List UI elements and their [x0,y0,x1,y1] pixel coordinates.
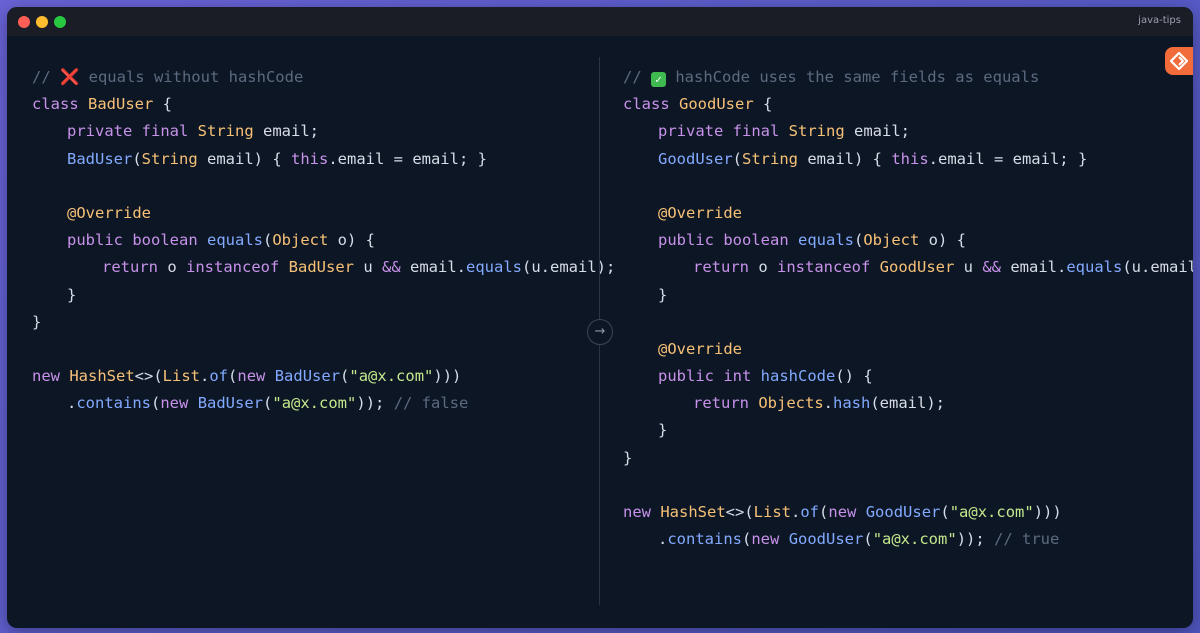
check-mark-icon: ✓ [651,72,666,87]
cross-mark-icon: ❌ [60,68,80,86]
code-line-close-class: } [623,448,633,467]
code-line-equals-signature: public boolean equals(Object o) { [658,231,967,250]
result-comment: // true [994,530,1060,549]
rhombus-logo-icon [1170,52,1188,70]
code-line-annotation: @Override [67,203,151,222]
code-line-close-class: } [32,312,42,331]
code-line-hashset: new HashSet<>(List.of(new BadUser("a@x.c… [32,367,462,386]
code-line-annotation: @Override [658,203,742,222]
code-line-contains: .contains(new GoodUser("a@x.com")); // t… [658,530,1060,549]
minimize-window-button[interactable] [36,16,48,28]
code-line-close-method: } [658,421,668,440]
code-line-annotation: @Override [658,339,742,358]
code-line-field: private final String email; [67,122,319,141]
good-example-code: // ✓ hashCode uses the same fields as eq… [623,64,1193,553]
code-line-hashcode-signature: public int hashCode() { [658,367,873,386]
arrow-right-icon: → [587,319,613,345]
code-line-close-method: } [67,285,77,304]
code-line-class: class BadUser { [32,95,173,114]
code-line-return: return Objects.hash(email); [693,394,945,413]
close-window-button[interactable] [18,16,30,28]
code-line-equals-signature: public boolean equals(Object o) { [67,231,376,250]
code-line-return: return o instanceof GoodUser u && email.… [693,258,1193,277]
code-line-hashset: new HashSet<>(List.of(new GoodUser("a@x.… [623,503,1062,521]
maximize-window-button[interactable] [54,16,66,28]
result-comment: // false [393,394,469,413]
code-line-class: class GoodUser { [623,95,773,114]
code-line-constructor: GoodUser(String email) { this.email = em… [658,149,1088,168]
code-line-return: return o instanceof BadUser u && email.e… [102,258,616,277]
brand-logo-icon[interactable] [1165,47,1193,75]
title-bar: java-tips [7,7,1193,36]
code-line-close-method: } [658,285,668,304]
bad-example-code: // ❌ equals without hashCode class BadUse… [32,64,615,417]
code-line-comment: // ❌ equals without hashCode [32,64,615,91]
code-line-field: private final String email; [658,122,910,141]
code-line-contains: .contains(new BadUser("a@x.com")); // fa… [67,394,469,413]
window-title: java-tips [1138,15,1181,26]
code-window: java-tips // ❌ equals without hashCode cl… [7,7,1193,628]
code-line-comment: // ✓ hashCode uses the same fields as eq… [623,68,1040,87]
code-line-constructor: BadUser(String email) { this.email = ema… [67,149,487,168]
